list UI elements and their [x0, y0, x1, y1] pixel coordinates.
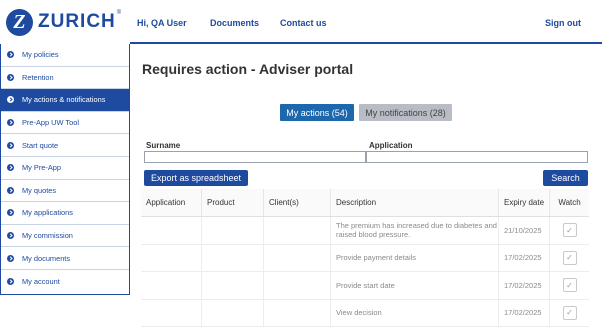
cell-expiry: 17/02/2025	[499, 299, 550, 326]
sidebar-item-label: Pre-App UW Tool	[22, 118, 79, 128]
cell-expiry: 17/02/2025	[499, 272, 550, 299]
sign-out-link[interactable]: Sign out	[545, 18, 581, 28]
sidebar-item-label: Start quote	[22, 140, 59, 150]
cell-clients	[264, 272, 331, 299]
column-header-product[interactable]: Product	[202, 189, 264, 216]
cell-product	[202, 272, 264, 299]
sidebar-item-retention[interactable]: Retention	[1, 67, 129, 90]
search-button[interactable]: Search	[543, 170, 588, 186]
cell-product	[202, 244, 264, 271]
cell-product	[202, 217, 264, 244]
cell-expiry: 17/02/2025	[499, 244, 550, 271]
cell-application	[141, 244, 202, 271]
top-header: Z ZURICH ® Hi, QA User Documents Contact…	[0, 0, 602, 44]
chevron-right-icon	[7, 96, 14, 104]
sidebar-item-pre-app-uw-tool[interactable]: Pre-App UW Tool	[1, 112, 129, 135]
cell-watch: ✓	[550, 245, 589, 272]
cell-watch: ✓	[550, 217, 589, 244]
sidebar-item-label: My applications	[22, 208, 73, 218]
cell-description: The premium has increased due to diabete…	[331, 217, 499, 244]
cell-description: Provide payment details	[331, 244, 499, 271]
sidebar-item-my-quotes[interactable]: My quotes	[1, 180, 129, 203]
cell-application	[141, 272, 202, 299]
surname-label: Surname	[146, 141, 181, 150]
application-label: Application	[369, 141, 413, 150]
registered-mark: ®	[116, 10, 122, 16]
chevron-right-icon	[7, 186, 14, 194]
sidebar-item-label: My account	[22, 276, 60, 286]
sidebar-item-label: My actions & notifications	[22, 95, 106, 105]
sidebar-item-label: My quotes	[22, 185, 57, 195]
chevron-right-icon	[7, 232, 14, 240]
chevron-right-icon	[7, 254, 14, 262]
column-header-description[interactable]: Description	[331, 189, 499, 216]
chevron-right-icon	[7, 73, 14, 81]
sidebar-item-start-quote[interactable]: Start quote	[1, 134, 129, 157]
sidebar-item-label: Retention	[22, 72, 54, 82]
export-spreadsheet-button[interactable]: Export as spreadsheet	[144, 170, 248, 186]
chevron-right-icon	[7, 119, 14, 127]
table-row[interactable]: Provide payment details 17/02/2025 ✓	[141, 244, 589, 272]
chevron-right-icon	[7, 141, 14, 149]
cell-product	[202, 299, 264, 326]
chevron-right-icon	[7, 209, 14, 217]
table-row[interactable]: View decision 17/02/2025 ✓	[141, 299, 589, 327]
cell-clients	[264, 217, 331, 244]
tab-my-notifications[interactable]: My notifications (28)	[359, 104, 452, 121]
cell-clients	[264, 299, 331, 326]
nav-contact-us[interactable]: Contact us	[280, 18, 327, 28]
chevron-right-icon	[7, 164, 14, 172]
user-greeting[interactable]: Hi, QA User	[137, 18, 187, 28]
column-header-watch[interactable]: Watch	[550, 189, 589, 216]
sidebar-item-my-actions-notifications[interactable]: My actions & notifications	[1, 89, 129, 112]
tab-my-actions[interactable]: My actions (54)	[280, 104, 354, 121]
column-header-clients[interactable]: Client(s)	[264, 189, 331, 216]
watch-checkbox-icon[interactable]: ✓	[562, 305, 577, 320]
sidebar-item-label: My Pre-App	[22, 163, 62, 173]
cell-expiry: 21/10/2025	[499, 217, 550, 244]
nav-documents[interactable]: Documents	[210, 18, 259, 28]
table-row[interactable]: The premium has increased due to diabete…	[141, 217, 589, 245]
sidebar-item-label: My documents	[22, 253, 71, 263]
watch-checkbox-icon[interactable]: ✓	[562, 278, 577, 293]
page-title: Requires action - Adviser portal	[142, 61, 354, 77]
watch-checkbox-icon[interactable]: ✓	[562, 250, 577, 265]
sidebar-item-my-documents[interactable]: My documents	[1, 247, 129, 270]
cell-description: Provide start date	[331, 272, 499, 299]
logo-text: ZURICH	[38, 11, 116, 32]
column-header-expiry-date[interactable]: Expiry date	[499, 189, 550, 216]
sidebar-item-my-policies[interactable]: My policies	[1, 44, 129, 67]
sidebar-item-my-account[interactable]: My account	[1, 270, 129, 293]
cell-clients	[264, 244, 331, 271]
sidebar-item-label: My policies	[22, 50, 59, 60]
zurich-logo-icon: Z	[6, 8, 33, 36]
column-header-application[interactable]: Application	[141, 189, 202, 216]
watch-checkbox-icon[interactable]: ✓	[562, 223, 577, 238]
sidebar-item-my-applications[interactable]: My applications	[1, 202, 129, 225]
zurich-logo[interactable]: Z ZURICH ®	[6, 8, 121, 36]
table-row[interactable]: Provide start date 17/02/2025 ✓	[141, 272, 589, 300]
cell-watch: ✓	[550, 300, 589, 327]
surname-input[interactable]	[144, 151, 366, 163]
application-input[interactable]	[366, 151, 588, 163]
cell-watch: ✓	[550, 272, 589, 299]
cell-description: View decision	[331, 299, 499, 326]
chevron-right-icon	[7, 51, 14, 59]
sidebar-item-my-pre-app[interactable]: My Pre-App	[1, 157, 129, 180]
sidebar-item-label: My commission	[22, 231, 73, 241]
actions-table: Application Product Client(s) Descriptio…	[141, 189, 589, 327]
sidebar-item-my-commission[interactable]: My commission	[1, 225, 129, 248]
header-divider	[130, 42, 602, 44]
sidebar-nav: My policies Retention My actions & notif…	[0, 44, 130, 295]
table-header: Application Product Client(s) Descriptio…	[141, 189, 589, 217]
cell-application	[141, 217, 202, 244]
cell-application	[141, 299, 202, 326]
chevron-right-icon	[7, 277, 14, 285]
